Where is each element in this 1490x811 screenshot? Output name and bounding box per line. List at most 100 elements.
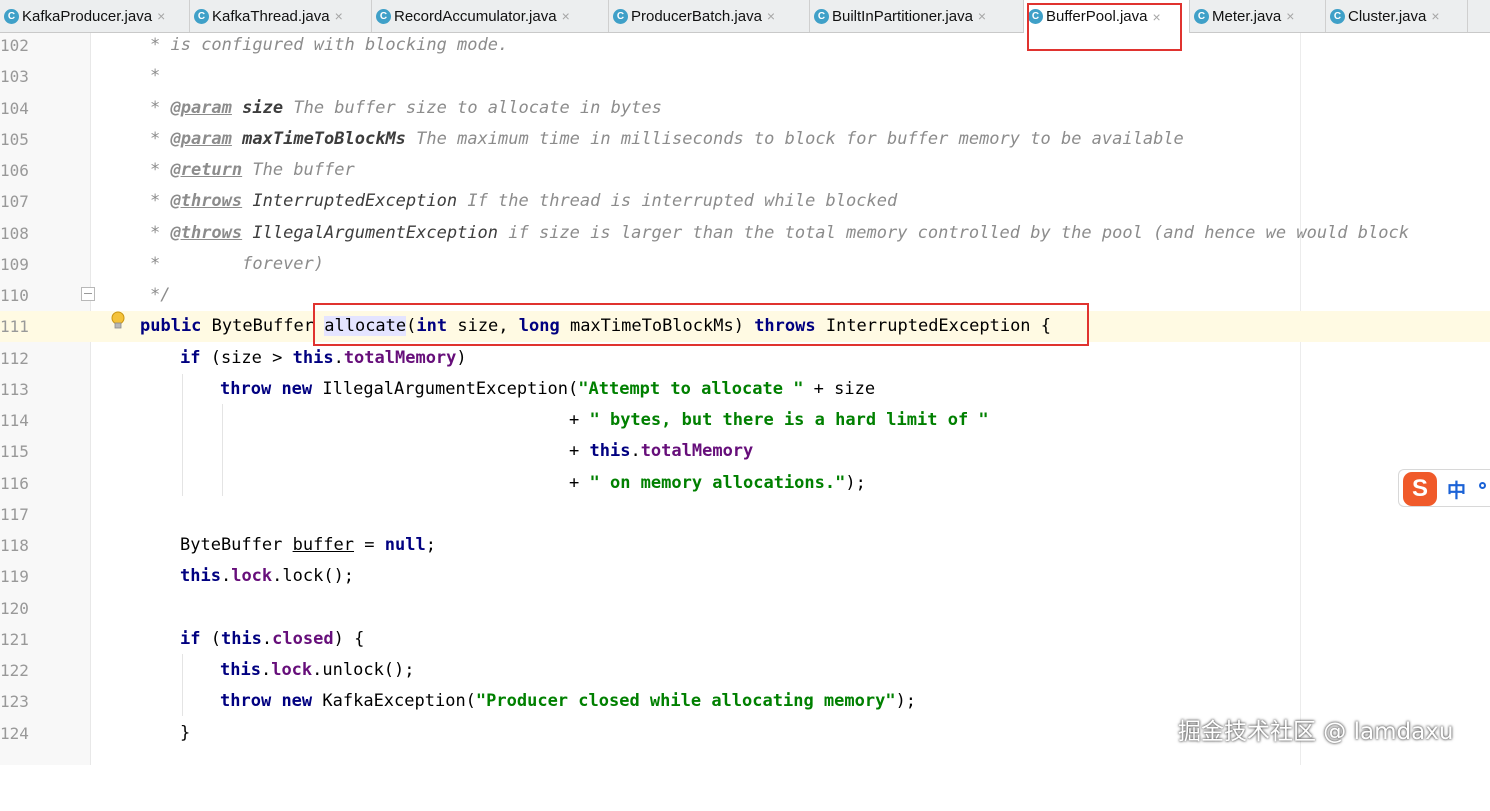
code-text: throw new IllegalArgumentException("Atte…	[220, 374, 875, 405]
tab-cluster[interactable]: C Cluster.java ×	[1326, 0, 1468, 32]
tab-recordaccumulator[interactable]: C RecordAccumulator.java ×	[372, 0, 609, 32]
code-token: + size	[803, 379, 876, 399]
code-line: 107 * @throws InterruptedException If th…	[0, 186, 1490, 217]
code-token: .	[333, 348, 344, 368]
code-line: 119 this.lock.lock();	[0, 561, 1490, 592]
line-number: 113	[0, 380, 29, 399]
comment-text: forever)	[160, 254, 325, 274]
close-icon[interactable]: ×	[978, 8, 986, 24]
keyword: public	[140, 316, 202, 336]
tab-label: KafkaProducer.java	[22, 7, 153, 25]
code-line: 103 *	[0, 61, 1490, 92]
javadoc-tag: @param	[170, 129, 232, 149]
comment-star: *	[150, 98, 171, 118]
close-icon[interactable]: ×	[157, 8, 165, 24]
line-number: 116	[0, 474, 29, 493]
keyword: this	[589, 441, 631, 461]
line-number: 118	[0, 536, 29, 555]
keyword: null	[384, 535, 426, 555]
code-token: ;	[425, 535, 436, 555]
tab-builtinpartitioner[interactable]: C BuiltInPartitioner.java ×	[810, 0, 1024, 32]
comment-end: */	[150, 285, 171, 305]
line-number: 104	[0, 99, 29, 118]
field-ref: lock	[271, 660, 313, 680]
string-literal: "Producer closed while allocating memory…	[475, 691, 896, 711]
line-number: 110	[0, 286, 29, 305]
line-number: 123	[0, 692, 29, 711]
code-text: * @param size The buffer size to allocat…	[150, 93, 662, 124]
string-literal: " on memory allocations."	[589, 473, 846, 493]
tab-kafkaproducer[interactable]: C KafkaProducer.java ×	[0, 0, 190, 32]
lightbulb-icon[interactable]	[110, 311, 126, 331]
line-number: 115	[0, 442, 29, 461]
keyword: throw	[220, 691, 272, 711]
code-token: KafkaException(	[312, 691, 476, 711]
close-icon[interactable]: ×	[767, 8, 775, 24]
code-line: 105 * @param maxTimeToBlockMs The maximu…	[0, 124, 1490, 155]
keyword: if	[180, 629, 201, 649]
code-text: * is configured with blocking mode.	[150, 30, 508, 61]
input-language-label[interactable]: 中	[1447, 476, 1466, 503]
line-number: 119	[0, 567, 29, 586]
keyword: new	[281, 379, 313, 399]
code-line: 106 * @return The buffer	[0, 155, 1490, 186]
code-token: (size >	[200, 348, 293, 368]
field-ref: totalMemory	[343, 348, 457, 368]
punctuation-mode-icon[interactable]	[1479, 482, 1486, 489]
line-number: 120	[0, 599, 29, 618]
line-number: 108	[0, 224, 29, 243]
tab-label: Meter.java	[1212, 7, 1282, 25]
code-token: =	[354, 535, 385, 555]
comment-star: *	[150, 129, 171, 149]
code-line: 112 if (size > this.totalMemory)	[0, 343, 1490, 374]
code-token: +	[569, 473, 590, 493]
code-text: + this.totalMemory	[569, 436, 753, 467]
code-text: throw new KafkaException("Producer close…	[220, 686, 916, 717]
code-text: if (size > this.totalMemory)	[180, 343, 467, 374]
close-icon[interactable]: ×	[1286, 8, 1294, 24]
code-token: .unlock();	[312, 660, 415, 680]
tab-meter[interactable]: C Meter.java ×	[1190, 0, 1326, 32]
closing-brace: }	[180, 723, 191, 743]
javadoc-tag: @throws	[170, 191, 243, 211]
code-line: 114 + " bytes, but there is a hard limit…	[0, 405, 1490, 436]
ime-toolbar[interactable]: S 中	[1398, 469, 1490, 507]
code-text: + " bytes, but there is a hard limit of …	[569, 405, 989, 436]
keyword: new	[281, 691, 313, 711]
line-number: 105	[0, 130, 29, 149]
return-type: ByteBuffer	[201, 316, 325, 336]
java-class-icon: C	[613, 8, 628, 24]
code-text: * @throws IllegalArgumentException if si…	[150, 218, 1409, 249]
code-line: 104 * @param size The buffer size to all…	[0, 93, 1490, 124]
java-class-icon: C	[1194, 8, 1209, 24]
comment-star: *	[150, 254, 161, 274]
close-icon[interactable]: ×	[562, 8, 570, 24]
editor-tab-bar: C KafkaProducer.java × C KafkaThread.jav…	[0, 0, 1490, 33]
code-line: 108 * @throws IllegalArgumentException i…	[0, 218, 1490, 249]
code-token: (	[200, 629, 221, 649]
javadoc-type: InterruptedException	[252, 191, 458, 211]
code-text: * @return The buffer	[150, 155, 355, 186]
close-icon[interactable]: ×	[1431, 8, 1439, 24]
local-variable: buffer	[292, 535, 355, 555]
code-line: 109 * forever)	[0, 249, 1490, 280]
code-token: .	[260, 660, 272, 680]
code-text: * @param maxTimeToBlockMs The maximum ti…	[150, 124, 1184, 155]
tab-kafkathread[interactable]: C KafkaThread.java ×	[190, 0, 372, 32]
code-token: ByteBuffer	[180, 535, 293, 555]
keyword: if	[180, 348, 201, 368]
close-icon[interactable]: ×	[335, 8, 343, 24]
line-number: 102	[0, 36, 29, 55]
comment-star: *	[150, 35, 171, 55]
code-token: IllegalArgumentException(	[312, 379, 579, 399]
line-number: 112	[0, 349, 29, 368]
tab-producerbatch[interactable]: C ProducerBatch.java ×	[609, 0, 810, 32]
comment-text: The buffer size to allocate in bytes	[283, 98, 662, 118]
tab-label: KafkaThread.java	[212, 7, 330, 25]
code-token: .	[220, 566, 232, 586]
line-number: 111	[0, 317, 29, 336]
java-class-icon: C	[4, 8, 19, 24]
javadoc-tag: @param	[170, 98, 232, 118]
